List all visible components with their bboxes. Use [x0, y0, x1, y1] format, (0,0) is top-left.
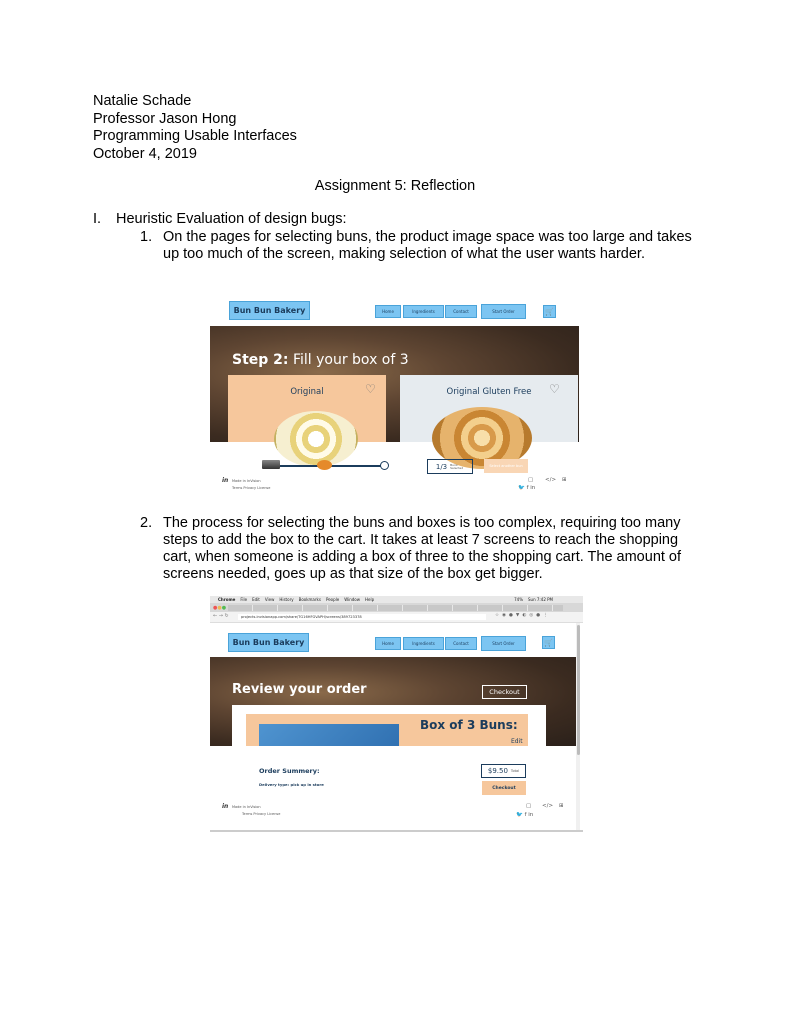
section-heading-text: Heuristic Evaluation of design bugs:	[116, 211, 347, 227]
order-total-label: Total	[510, 769, 520, 773]
nav-start-order[interactable]: Start Order	[481, 636, 526, 651]
order-price: $9.50	[487, 767, 508, 775]
edit-link[interactable]: Edit	[511, 738, 523, 745]
cart-icon[interactable]: 🛒	[542, 636, 555, 649]
comment-icon[interactable]: ▢	[526, 803, 531, 809]
url-field[interactable]: projects.invisionapp.com/share/TG16HFGVA…	[238, 613, 486, 620]
select-another-bun-button[interactable]: Select another bun	[484, 459, 528, 473]
share-icons[interactable]: 🐦 f in	[518, 485, 535, 491]
list-item-number: 2.	[140, 515, 153, 531]
screenshot-review-order: Chrome File Edit View History Bookmarks …	[210, 596, 583, 832]
code-icon[interactable]: </>	[545, 477, 556, 483]
scrollbar-thumb[interactable]	[576, 625, 580, 755]
hero-step-title: Step 2: Fill your box of 3	[232, 352, 409, 368]
nav-home[interactable]: Home	[375, 305, 401, 318]
product-card-gluten-free[interactable]: Original Gluten Free ♡	[400, 375, 578, 469]
menu-edit[interactable]: Edit	[252, 597, 260, 602]
menu-history[interactable]: History	[279, 597, 293, 602]
progress-end-node	[380, 461, 389, 470]
screenshot-bun-selection: Bun Bun Bakery Home Ingredients Contact …	[210, 293, 579, 495]
hero-step-text: Fill your box of 3	[288, 352, 409, 368]
battery-status: 74%	[514, 597, 523, 602]
heart-icon[interactable]: ♡	[549, 382, 560, 396]
invision-logo: in	[222, 803, 229, 810]
checkout-top-button[interactable]: Checkout	[482, 685, 527, 699]
section-numeral: I.	[93, 211, 102, 227]
bun-progress-icon	[317, 460, 332, 470]
hero-banner: Review your order Checkout Box of 3 Buns…	[210, 657, 576, 746]
hero-title: Review your order	[232, 682, 367, 697]
browser-address-bar: ← → ↻ projects.invisionapp.com/share/TG1…	[210, 612, 583, 623]
list-item-number: 1.	[140, 229, 153, 245]
price-box: $9.50 Total	[481, 764, 526, 778]
browser-tab-strip: ●●●	[210, 603, 583, 612]
bakery-logo[interactable]: Bun Bun Bakery	[229, 301, 310, 320]
box-image	[259, 724, 399, 746]
cart-icon[interactable]: 🛒	[543, 305, 556, 318]
menu-bookmarks[interactable]: Bookmarks	[299, 597, 321, 602]
footer-links[interactable]: Terms Privacy License	[232, 486, 270, 490]
order-card: Box of 3 Buns: Edit	[232, 705, 546, 746]
list-item-text: The process for selecting the buns and b…	[163, 515, 682, 582]
menu-view[interactable]: View	[265, 597, 275, 602]
product-card-original[interactable]: Original ♡	[228, 375, 386, 467]
box-icon	[262, 460, 280, 469]
bun-counter-label: Buns Selected	[450, 462, 464, 470]
menu-help[interactable]: Help	[365, 597, 374, 602]
share-icons[interactable]: 🐦 f in	[516, 812, 533, 818]
browser-tabs[interactable]	[228, 604, 563, 611]
professor-name: Professor Jason Hong	[93, 110, 237, 127]
grid-icon[interactable]: ⊞	[559, 803, 564, 809]
bun-counter: 1/3 Buns Selected	[427, 459, 473, 474]
made-in-invision: Made in InVision	[232, 479, 261, 483]
document-date: October 4, 2019	[93, 145, 197, 162]
menu-chrome[interactable]: Chrome	[218, 597, 235, 602]
menu-file[interactable]: File	[240, 597, 247, 602]
menu-people[interactable]: People	[326, 597, 339, 602]
page-viewport: Bun Bun Bakery Home Ingredients Contact …	[210, 623, 576, 830]
course-name: Programming Usable Interfaces	[93, 128, 297, 144]
menu-window[interactable]: Window	[344, 597, 360, 602]
bun-image	[274, 411, 358, 467]
heart-icon[interactable]: ♡	[365, 382, 376, 396]
order-card-inner: Box of 3 Buns: Edit	[246, 714, 528, 746]
site-navbar: Bun Bun Bakery Home Ingredients Contact …	[210, 293, 579, 326]
document-title: Assignment 5: Reflection	[314, 178, 476, 194]
nav-contact[interactable]: Contact	[445, 305, 477, 318]
box-title: Box of 3 Buns:	[420, 718, 518, 732]
hero-step-label: Step 2:	[232, 352, 289, 368]
document-header: Natalie Schade Professor Jason Hong Prog…	[93, 93, 297, 163]
extension-icons[interactable]: ☆◉●▼◐◎●⋮	[495, 613, 551, 618]
invision-logo: in	[222, 477, 229, 484]
nav-arrows-icon[interactable]: ← → ↻	[213, 613, 229, 619]
nav-contact[interactable]: Contact	[445, 637, 477, 650]
grid-icon[interactable]: ⊞	[562, 477, 567, 483]
nav-home[interactable]: Home	[375, 637, 401, 650]
code-icon[interactable]: </>	[542, 803, 553, 809]
bakery-logo[interactable]: Bun Bun Bakery	[228, 633, 309, 652]
list-item-text: On the pages for selecting buns, the pro…	[163, 229, 692, 262]
comment-icon[interactable]: ▢	[528, 477, 533, 483]
card-title: Original	[290, 387, 324, 397]
delivery-type: Delivery type: pick up in store	[259, 782, 324, 787]
nav-ingredients[interactable]: Ingredients	[403, 305, 444, 318]
order-summary-title: Order Summery:	[259, 767, 320, 775]
bun-counter-value: 1/3	[435, 462, 448, 471]
author-name: Natalie Schade	[93, 93, 192, 109]
nav-start-order[interactable]: Start Order	[481, 304, 526, 319]
section-heading: I. Heuristic Evaluation of design bugs:	[93, 211, 347, 227]
mac-menubar: Chrome File Edit View History Bookmarks …	[210, 596, 583, 603]
footer-links[interactable]: Terms Privacy License	[242, 812, 280, 816]
checkout-button[interactable]: Checkout	[482, 781, 526, 795]
nav-ingredients[interactable]: Ingredients	[403, 637, 444, 650]
scrollbar[interactable]	[576, 623, 580, 830]
made-in-invision: Made in InVision	[232, 805, 261, 809]
clock: Sun 7:42 PM	[528, 597, 553, 602]
hero-banner: Step 2: Fill your box of 3 Original ♡ Or…	[210, 326, 579, 469]
window-controls[interactable]: ●●●	[213, 605, 226, 611]
